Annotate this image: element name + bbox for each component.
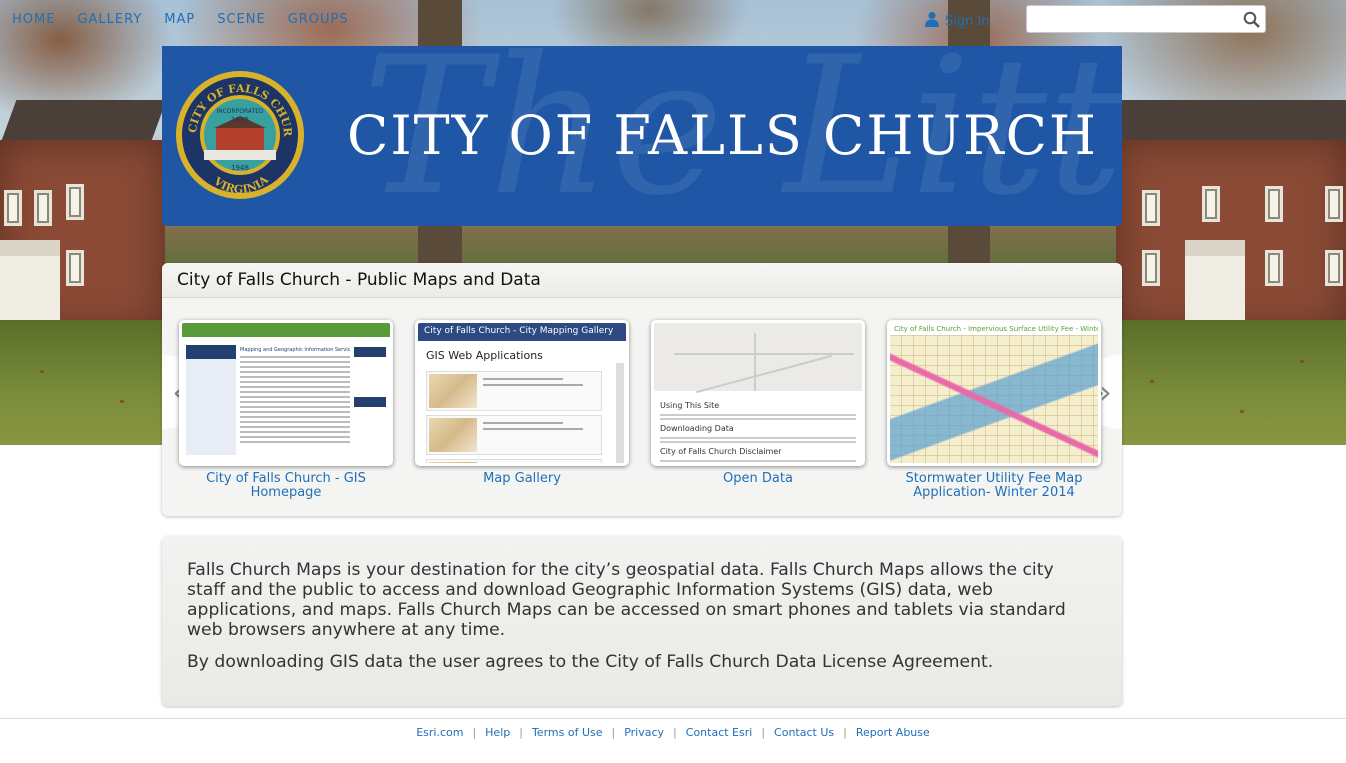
gallery-thumbnail[interactable]: City of Falls Church - City Mapping Gall… xyxy=(415,320,629,466)
gallery-card-caption[interactable]: Stormwater Utility Fee Map Application- … xyxy=(887,472,1101,500)
svg-text:INCORPORATED: INCORPORATED xyxy=(216,108,264,115)
building-roof-right xyxy=(1099,100,1346,145)
banner-title: CITY OF FALLS CHURCH xyxy=(347,104,1099,167)
gallery-card-caption[interactable]: Open Data xyxy=(651,472,865,486)
footer-link-esri[interactable]: Esri.com xyxy=(416,726,463,739)
gallery-card[interactable]: City of Falls Church - Impervious Surfac… xyxy=(887,320,1101,500)
gallery-thumbnail[interactable]: Mapping and Geographic Information Servi… xyxy=(179,320,393,466)
sign-in-link[interactable]: Sign In xyxy=(925,11,990,31)
gallery-thumbnail[interactable]: Using This Site Downloading Data City of… xyxy=(651,320,865,466)
footer-link-help[interactable]: Help xyxy=(485,726,510,739)
search-input[interactable] xyxy=(1027,6,1237,32)
info-paragraph: By downloading GIS data the user agrees … xyxy=(187,652,994,672)
footer-link-contact-us[interactable]: Contact Us xyxy=(774,726,834,739)
window xyxy=(66,184,84,220)
nav-gallery[interactable]: GALLERY xyxy=(77,12,142,27)
gallery-thumbnail[interactable]: City of Falls Church - Impervious Surfac… xyxy=(887,320,1101,466)
info-paragraph: Falls Church Maps is your destination fo… xyxy=(187,560,1066,640)
search-icon[interactable] xyxy=(1243,11,1260,32)
window xyxy=(1325,186,1343,222)
gallery-card[interactable]: City of Falls Church - City Mapping Gall… xyxy=(415,320,629,486)
window xyxy=(1142,190,1160,226)
gallery-card-caption[interactable]: City of Falls Church - GIS Homepage xyxy=(179,472,393,500)
nav-home[interactable]: HOME xyxy=(12,12,55,27)
window xyxy=(1202,186,1220,222)
user-icon xyxy=(925,11,939,31)
gallery-card[interactable]: Using This Site Downloading Data City of… xyxy=(651,320,865,486)
gallery-card[interactable]: Mapping and Geographic Information Servi… xyxy=(179,320,393,500)
gallery-panel: City of Falls Church - Public Maps and D… xyxy=(162,263,1122,516)
footer-link-privacy[interactable]: Privacy xyxy=(624,726,664,739)
svg-text:1948: 1948 xyxy=(231,164,249,172)
gallery-title: City of Falls Church - Public Maps and D… xyxy=(162,263,1122,298)
building-roof-left xyxy=(0,100,167,145)
footer: Esri.com | Help | Terms of Use | Privacy | Conta… xyxy=(0,718,1346,763)
window xyxy=(66,250,84,286)
svg-text:1875: 1875 xyxy=(231,116,249,124)
info-panel: Falls Church Maps is your destination fo… xyxy=(162,536,1122,706)
top-nav: HOME GALLERY MAP SCENE GROUPS xyxy=(12,12,371,27)
footer-link-contact-esri[interactable]: Contact Esri xyxy=(686,726,753,739)
window xyxy=(1265,186,1283,222)
search-box xyxy=(1026,5,1266,33)
footer-link-report-abuse[interactable]: Report Abuse xyxy=(856,726,930,739)
window xyxy=(1142,250,1160,286)
nav-groups[interactable]: GROUPS xyxy=(288,12,349,27)
doorway-right xyxy=(1185,240,1245,320)
nav-map[interactable]: MAP xyxy=(164,12,195,27)
city-banner: The Little City CITY OF FALLS CHURCH INC… xyxy=(162,46,1122,226)
city-seal: CITY OF FALLS CHURCH INCORPORATED 1875 1… xyxy=(174,56,304,199)
window xyxy=(34,190,52,226)
footer-link-terms[interactable]: Terms of Use xyxy=(532,726,603,739)
window xyxy=(4,190,22,226)
nav-scene[interactable]: SCENE xyxy=(217,12,265,27)
window xyxy=(1265,250,1283,286)
sign-in-label: Sign In xyxy=(945,13,990,29)
gallery-card-caption[interactable]: Map Gallery xyxy=(415,472,629,486)
doorway-left xyxy=(0,240,60,320)
window xyxy=(1325,250,1343,286)
